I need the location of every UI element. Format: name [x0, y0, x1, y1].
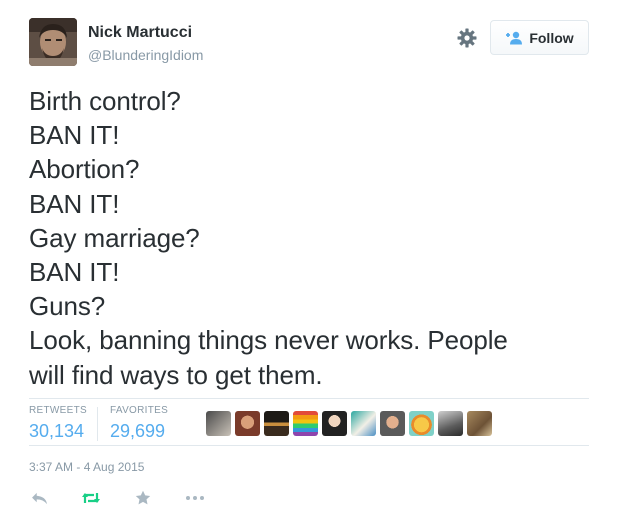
- divider: [29, 398, 589, 399]
- divider: [97, 407, 98, 441]
- follow-button[interactable]: Follow: [490, 20, 589, 55]
- tweet-text-line: BAN IT!: [29, 188, 120, 219]
- tweet-text-line: Look, banning things never works. People: [29, 325, 508, 356]
- favoriter-avatars: [206, 411, 492, 436]
- avatar[interactable]: [293, 411, 318, 436]
- tweet-card: Nick Martucci @BlunderingIdiom Follow Bi…: [0, 0, 624, 530]
- retweets-stat[interactable]: RETWEETS 30,134: [29, 405, 87, 442]
- follow-label: Follow: [529, 29, 574, 46]
- retweet-icon[interactable]: [81, 488, 101, 508]
- add-user-icon: [505, 31, 523, 45]
- tweet-text: Birth control? BAN IT! Abortion? BAN IT!…: [29, 84, 599, 392]
- tweet-timestamp[interactable]: 3:37 AM - 4 Aug 2015: [29, 460, 144, 474]
- tweet-actions: [29, 488, 205, 508]
- favorites-stat[interactable]: FAVORITES 29,699: [110, 405, 168, 442]
- user-photo-icon: [29, 18, 77, 66]
- divider: [29, 445, 589, 446]
- avatar[interactable]: [467, 411, 492, 436]
- gear-icon[interactable]: [456, 27, 478, 49]
- tweet-text-line: BAN IT!: [29, 120, 120, 151]
- reply-icon[interactable]: [29, 488, 49, 508]
- tweet-text-line: Guns?: [29, 291, 106, 322]
- more-icon[interactable]: [185, 488, 205, 508]
- tweet-text-line: will find ways to get them.: [29, 359, 323, 390]
- avatar[interactable]: [322, 411, 347, 436]
- favorites-count[interactable]: 29,699: [110, 421, 168, 442]
- avatar[interactable]: [235, 411, 260, 436]
- author-handle[interactable]: @BlunderingIdiom: [88, 47, 203, 63]
- retweets-count[interactable]: 30,134: [29, 421, 87, 442]
- avatar[interactable]: [438, 411, 463, 436]
- avatar[interactable]: [380, 411, 405, 436]
- author-name[interactable]: Nick Martucci: [88, 24, 192, 42]
- avatar[interactable]: [351, 411, 376, 436]
- avatar[interactable]: [264, 411, 289, 436]
- tweet-text-line: BAN IT!: [29, 257, 120, 288]
- tweet-text-line: Abortion?: [29, 154, 140, 185]
- favorite-icon[interactable]: [133, 488, 153, 508]
- retweets-label: RETWEETS: [29, 405, 87, 416]
- tweet-text-line: Birth control?: [29, 86, 181, 116]
- favorites-label: FAVORITES: [110, 405, 169, 416]
- avatar[interactable]: [409, 411, 434, 436]
- tweet-text-line: Gay marriage?: [29, 222, 200, 253]
- author-avatar[interactable]: [29, 18, 77, 66]
- avatar[interactable]: [206, 411, 231, 436]
